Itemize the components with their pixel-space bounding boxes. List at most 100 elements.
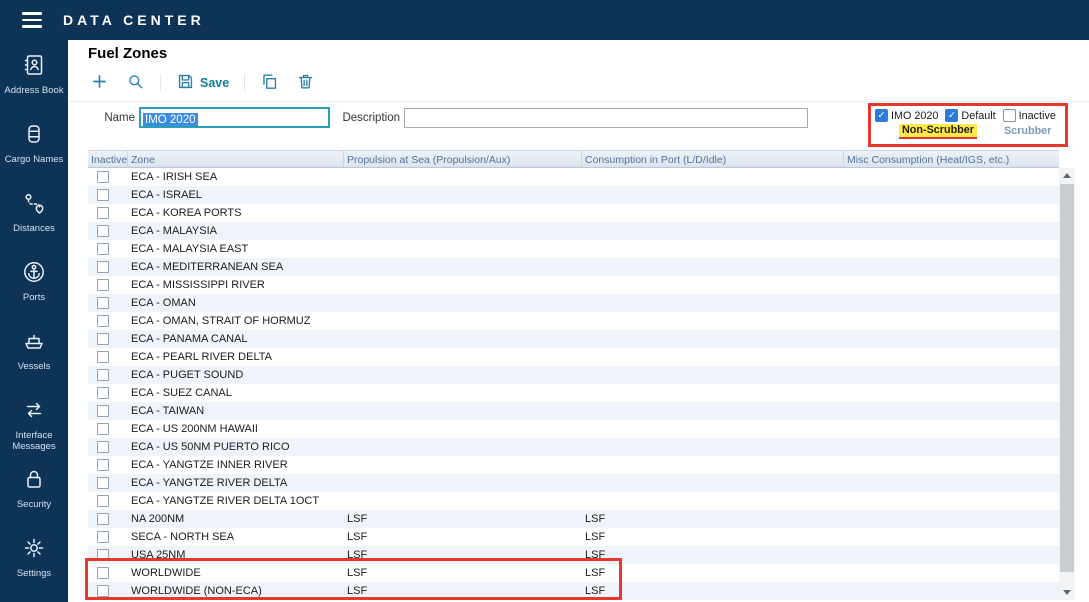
zone-cell: ECA - KOREA PORTS	[128, 204, 344, 222]
table-row[interactable]: WORLDWIDELSFLSF	[88, 564, 1059, 582]
consumption-cell	[582, 456, 844, 474]
scrollbar-thumb[interactable]	[1060, 184, 1074, 572]
sidebar-item-vessels[interactable]: Vessels	[0, 326, 68, 395]
copy-button[interactable]	[258, 70, 281, 96]
row-inactive-checkbox[interactable]	[97, 549, 109, 561]
option-inactive[interactable]: Inactive	[1003, 109, 1056, 122]
option-imo-2020[interactable]: ✓IMO 2020	[875, 109, 938, 122]
table-row[interactable]: ECA - OMAN, STRAIT OF HORMUZ	[88, 312, 1059, 330]
add-button[interactable]	[88, 70, 111, 96]
table-row[interactable]: ECA - YANGTZE INNER RIVER	[88, 456, 1059, 474]
table-row[interactable]: ECA - YANGTZE RIVER DELTA	[88, 474, 1059, 492]
row-inactive-checkbox[interactable]	[97, 459, 109, 471]
table-row[interactable]: ECA - KOREA PORTS	[88, 204, 1059, 222]
delete-button[interactable]	[294, 70, 317, 96]
row-inactive-checkbox[interactable]	[97, 387, 109, 399]
default-checkbox[interactable]: ✓	[945, 109, 958, 122]
row-inactive-checkbox[interactable]	[97, 567, 109, 579]
search-button[interactable]	[124, 70, 147, 96]
column-header[interactable]: Inactive	[88, 151, 128, 167]
option-default[interactable]: ✓Default	[945, 109, 995, 122]
table-row[interactable]: ECA - YANGTZE RIVER DELTA 1OCT	[88, 492, 1059, 510]
column-header[interactable]: Propulsion at Sea (Propulsion/Aux)	[344, 151, 582, 167]
misc-cell	[844, 204, 1059, 222]
row-inactive-checkbox[interactable]	[97, 495, 109, 507]
table-row[interactable]: ECA - TAIWAN	[88, 402, 1059, 420]
sidebar-item-ports[interactable]: Ports	[0, 257, 68, 326]
row-inactive-checkbox[interactable]	[97, 477, 109, 489]
inactive-cell	[88, 402, 128, 420]
consumption-cell: LSF	[582, 564, 844, 582]
table-row[interactable]: ECA - PUGET SOUND	[88, 366, 1059, 384]
scroll-up-arrow-icon[interactable]	[1059, 168, 1075, 183]
scrubber-row: Non-Scrubber Scrubber	[875, 124, 1062, 139]
inactive-checkbox[interactable]	[1003, 109, 1016, 122]
row-inactive-checkbox[interactable]	[97, 369, 109, 381]
zone-cell: ECA - TAIWAN	[128, 402, 344, 420]
table-row[interactable]: ECA - IRISH SEA	[88, 168, 1059, 186]
propulsion-cell: LSF	[344, 528, 582, 546]
sidebar-item-cargo-names[interactable]: Cargo Names	[0, 119, 68, 188]
row-inactive-checkbox[interactable]	[97, 441, 109, 453]
table-row[interactable]: USA 25NMLSFLSF	[88, 546, 1059, 564]
propulsion-cell: LSF	[344, 510, 582, 528]
imo-2020-checkbox[interactable]: ✓	[875, 109, 888, 122]
table-row[interactable]: ECA - MEDITERRANEAN SEA	[88, 258, 1059, 276]
consumption-cell: LSF	[582, 546, 844, 564]
sidebar-item-address-book[interactable]: Address Book	[0, 50, 68, 119]
zone-cell: ECA - SUEZ CANAL	[128, 384, 344, 402]
row-inactive-checkbox[interactable]	[97, 279, 109, 291]
row-inactive-checkbox[interactable]	[97, 243, 109, 255]
table-row[interactable]: ECA - US 200NM HAWAII	[88, 420, 1059, 438]
copy-icon	[260, 72, 279, 94]
row-inactive-checkbox[interactable]	[97, 261, 109, 273]
table-row[interactable]: ECA - MISSISSIPPI RIVER	[88, 276, 1059, 294]
row-inactive-checkbox[interactable]	[97, 513, 109, 525]
toolbar-separator	[160, 74, 161, 92]
row-inactive-checkbox[interactable]	[97, 333, 109, 345]
row-inactive-checkbox[interactable]	[97, 171, 109, 183]
table-row[interactable]: SECA - NORTH SEALSFLSF	[88, 528, 1059, 546]
row-inactive-checkbox[interactable]	[97, 351, 109, 363]
table-row[interactable]: ECA - ISRAEL	[88, 186, 1059, 204]
table-row[interactable]: ECA - OMAN	[88, 294, 1059, 312]
row-inactive-checkbox[interactable]	[97, 207, 109, 219]
row-inactive-checkbox[interactable]	[97, 405, 109, 417]
sidebar-item-distances[interactable]: Distances	[0, 188, 68, 257]
table-row[interactable]: ECA - SUEZ CANAL	[88, 384, 1059, 402]
sidebar-item-settings[interactable]: Settings	[0, 533, 68, 602]
save-button[interactable]: Save	[174, 70, 231, 96]
table-row[interactable]: ECA - MALAYSIA EAST	[88, 240, 1059, 258]
table-row[interactable]: ECA - MALAYSIA	[88, 222, 1059, 240]
row-inactive-checkbox[interactable]	[97, 297, 109, 309]
row-inactive-checkbox[interactable]	[97, 423, 109, 435]
hamburger-icon[interactable]	[22, 12, 42, 28]
option-label: Inactive	[1019, 110, 1056, 122]
row-inactive-checkbox[interactable]	[97, 225, 109, 237]
table-row[interactable]: WORLDWIDE (NON-ECA)LSFLSF	[88, 582, 1059, 600]
sidebar-item-interface-messages[interactable]: Interface Messages	[0, 395, 68, 464]
column-header[interactable]: Misc Consumption (Heat/IGS, etc.)	[844, 151, 1059, 167]
propulsion-cell	[344, 456, 582, 474]
table-row[interactable]: ECA - PANAMA CANAL	[88, 330, 1059, 348]
row-inactive-checkbox[interactable]	[97, 315, 109, 327]
sidebar-item-security[interactable]: Security	[0, 464, 68, 533]
scroll-down-arrow-icon[interactable]	[1059, 585, 1075, 600]
row-inactive-checkbox[interactable]	[97, 531, 109, 543]
inactive-cell	[88, 546, 128, 564]
column-header[interactable]: Consumption in Port (L/D/Idle)	[582, 151, 844, 167]
inactive-cell	[88, 204, 128, 222]
sidebar-item-label: Interface Messages	[3, 430, 65, 453]
description-input[interactable]	[404, 108, 808, 128]
row-inactive-checkbox[interactable]	[97, 585, 109, 597]
table-row[interactable]: ECA - PEARL RIVER DELTA	[88, 348, 1059, 366]
column-header[interactable]: Zone	[128, 151, 344, 167]
misc-cell	[844, 240, 1059, 258]
vertical-scrollbar[interactable]	[1059, 168, 1075, 600]
propulsion-cell	[344, 348, 582, 366]
table-row[interactable]: ECA - US 50NM PUERTO RICO	[88, 438, 1059, 456]
row-inactive-checkbox[interactable]	[97, 189, 109, 201]
table-row[interactable]: NA 200NMLSFLSF	[88, 510, 1059, 528]
name-input[interactable]: IMO 2020	[139, 107, 330, 128]
consumption-cell	[582, 294, 844, 312]
